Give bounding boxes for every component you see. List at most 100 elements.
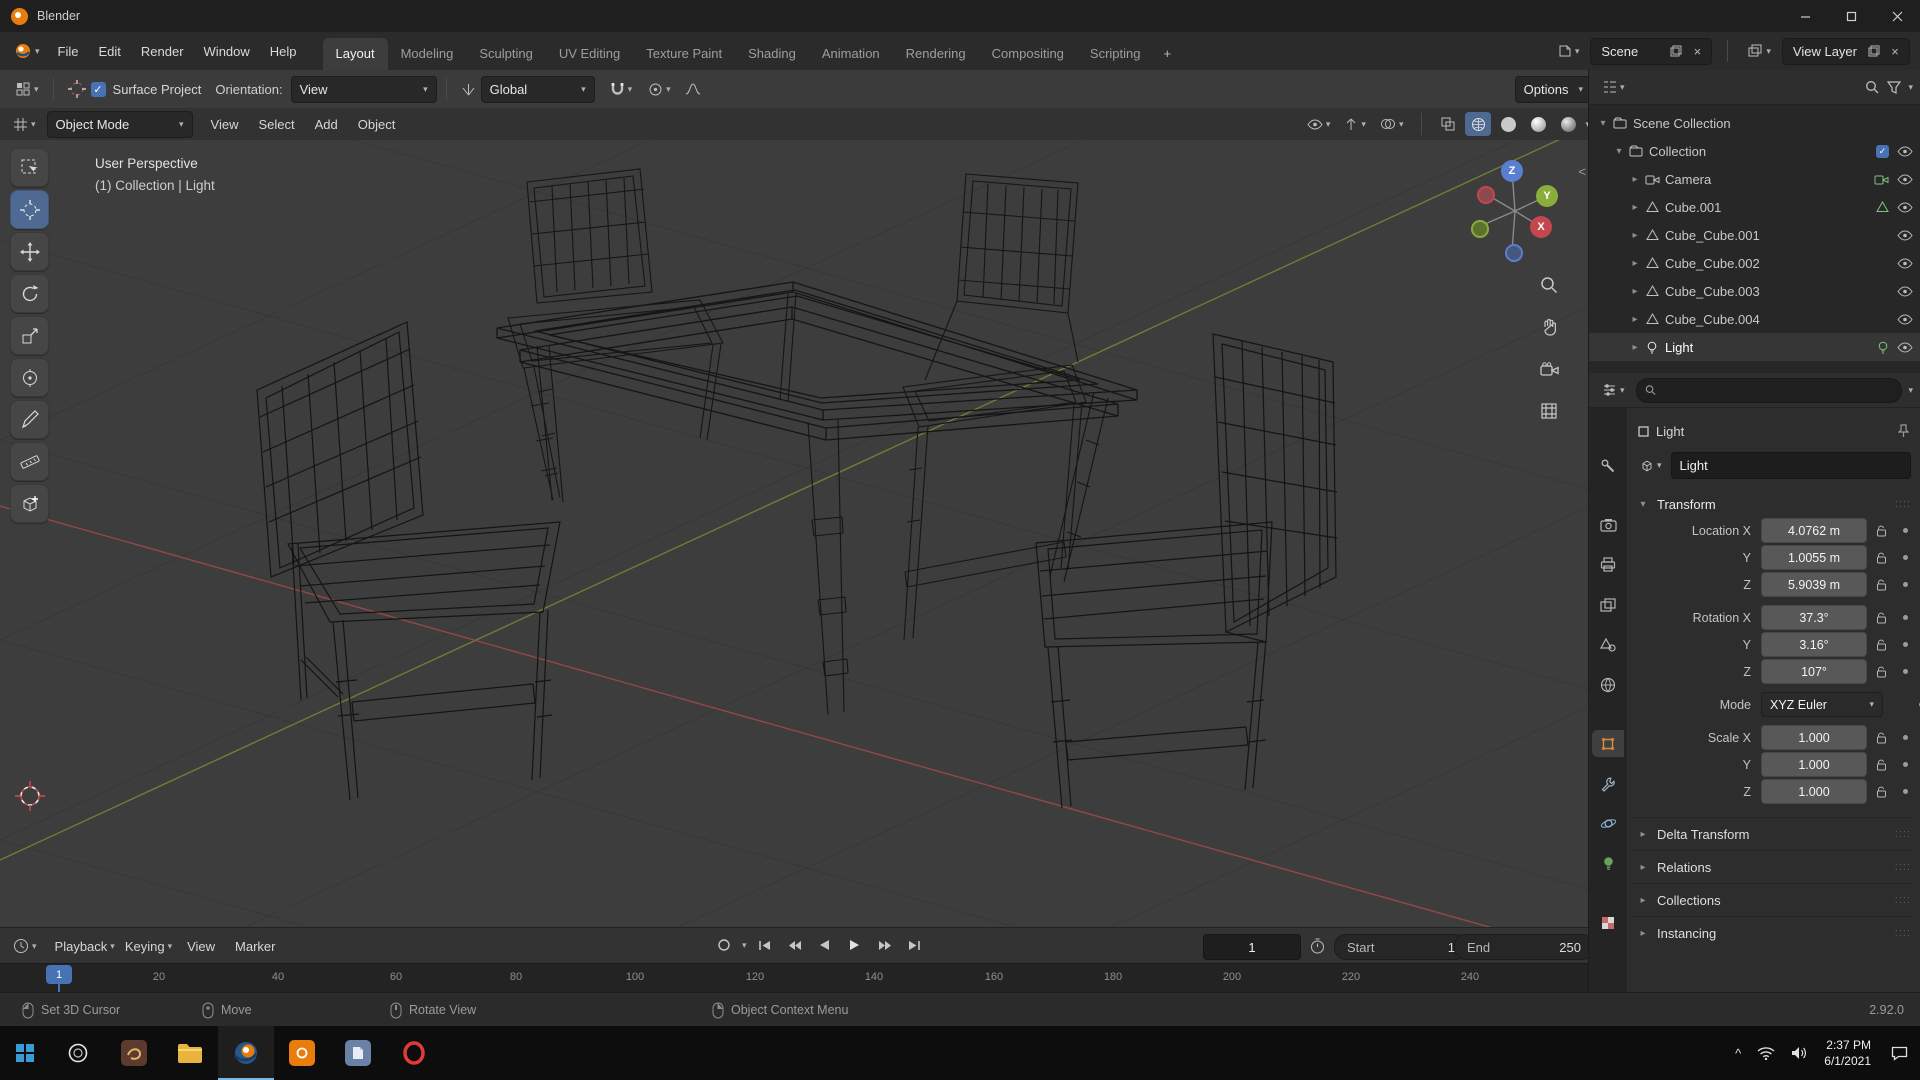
menu-file[interactable]: File	[48, 38, 89, 64]
menu-window[interactable]: Window	[194, 38, 260, 64]
rotation-mode-dropdown[interactable]: XYZ Euler ▾	[1761, 692, 1883, 717]
tab-constraints-properties[interactable]	[1592, 770, 1624, 797]
show-overlays-dropdown[interactable]: ▾	[1375, 111, 1409, 137]
collection-checkbox[interactable]: ✓	[1876, 144, 1889, 158]
row-label[interactable]: Collection	[1649, 144, 1706, 159]
expand-icon[interactable]: ▸	[1627, 258, 1643, 269]
eye-icon[interactable]	[1897, 201, 1913, 213]
add-cube-tool[interactable]	[10, 484, 49, 523]
hidden-icons-chevron[interactable]: ^	[1735, 1046, 1741, 1061]
rotate-tool[interactable]	[10, 274, 49, 313]
tab-shading[interactable]: Shading	[735, 38, 809, 70]
proportional-editing-button[interactable]: ▾	[643, 76, 676, 102]
scene-name[interactable]: Scene	[1597, 44, 1663, 59]
animate-dot[interactable]	[1903, 789, 1908, 794]
close-button[interactable]	[1874, 0, 1920, 32]
menu-help[interactable]: Help	[260, 38, 307, 64]
annotate-tool[interactable]	[10, 400, 49, 439]
network-icon[interactable]	[1757, 1046, 1775, 1060]
view-layer-selector[interactable]: View Layer ×	[1781, 37, 1910, 65]
scale-z-field[interactable]: 1.000	[1761, 779, 1867, 804]
scale-tool[interactable]	[10, 316, 49, 355]
lock-icon[interactable]	[1876, 525, 1892, 537]
tab-light-data-properties[interactable]	[1592, 850, 1624, 877]
orientation-dropdown[interactable]: View ▾	[290, 75, 437, 103]
row-label[interactable]: Scene Collection	[1633, 116, 1731, 131]
outliner-row-cube-cube-001[interactable]: ▸ Cube_Cube.001	[1589, 221, 1920, 249]
tab-physics-properties[interactable]	[1592, 810, 1624, 837]
prev-keyframe-button[interactable]	[783, 933, 807, 957]
tab-layout[interactable]: Layout	[322, 38, 388, 70]
unlink-scene-button[interactable]: ×	[1689, 43, 1705, 59]
object-name-field[interactable]: Light	[1670, 452, 1911, 479]
animate-dot[interactable]	[1903, 642, 1908, 647]
timeline-menu-marker[interactable]: Marker	[225, 934, 285, 958]
animate-dot[interactable]	[1903, 669, 1908, 674]
expand-icon[interactable]: ▸	[1627, 342, 1643, 353]
row-label[interactable]: Cube_Cube.001	[1665, 228, 1760, 243]
opera-taskbar-button[interactable]	[386, 1026, 442, 1080]
location-x-field[interactable]: 4.0762 m	[1761, 518, 1867, 543]
outliner-row-cube-cube-002[interactable]: ▸ Cube_Cube.002	[1589, 249, 1920, 277]
menu-edit[interactable]: Edit	[88, 38, 130, 64]
falloff-curve-icon[interactable]	[680, 76, 706, 102]
lock-icon[interactable]	[1876, 639, 1892, 651]
section-delta-transform[interactable]: ▸ Delta Transform ::::	[1633, 817, 1913, 850]
viewport-menu-add[interactable]: Add	[305, 112, 348, 136]
lock-icon[interactable]	[1876, 759, 1892, 771]
browser-taskbar-button[interactable]	[106, 1026, 162, 1080]
volume-icon[interactable]	[1791, 1046, 1808, 1060]
animate-dot[interactable]	[1903, 735, 1908, 740]
transform-orientation-dropdown[interactable]: Global ▾	[480, 75, 595, 103]
navigation-gizmo[interactable]: Z Y X	[1460, 150, 1580, 275]
breadcrumb-label[interactable]: Light	[1656, 424, 1684, 439]
tab-scripting[interactable]: Scripting	[1077, 38, 1154, 70]
maximize-button[interactable]	[1828, 0, 1874, 32]
snap-toggle-button[interactable]: ▾	[605, 76, 638, 102]
tab-texture-properties[interactable]	[1592, 909, 1624, 936]
tab-render-properties[interactable]	[1592, 511, 1624, 538]
ortho-toggle-button[interactable]	[1534, 396, 1564, 426]
shading-solid-button[interactable]	[1495, 112, 1521, 136]
file-explorer-button[interactable]	[162, 1026, 218, 1080]
active-tool-browse-button[interactable]: ▾	[10, 76, 44, 102]
scale-y-field[interactable]: 1.000	[1761, 752, 1867, 777]
row-label[interactable]: Cube_Cube.003	[1665, 284, 1760, 299]
transform-panel-header[interactable]: ▾ Transform ::::	[1633, 491, 1913, 517]
new-view-layer-button[interactable]	[1866, 43, 1882, 59]
scale-x-field[interactable]: 1.000	[1761, 725, 1867, 750]
outliner-editor-type-button[interactable]: ▾	[1597, 74, 1630, 100]
playback-menu[interactable]: Playback ▾	[50, 933, 120, 959]
eye-icon[interactable]	[1897, 313, 1913, 325]
rotation-y-field[interactable]: 3.16°	[1761, 632, 1867, 657]
gizmo-x-axis[interactable]: X	[1530, 216, 1552, 238]
jump-to-end-button[interactable]	[903, 933, 927, 957]
expand-icon[interactable]: ▸	[1627, 202, 1643, 213]
expand-icon[interactable]: ▸	[1627, 230, 1643, 241]
outliner-search-icon[interactable]	[1864, 79, 1880, 95]
taskbar-clock[interactable]: 2:37 PM 6/1/2021	[1824, 1037, 1871, 1069]
tab-scene-properties[interactable]	[1592, 631, 1624, 658]
play-reverse-button[interactable]	[813, 933, 837, 957]
animate-dot[interactable]	[1903, 615, 1908, 620]
frame-end-field[interactable]: End 250	[1454, 934, 1594, 960]
lock-icon[interactable]	[1876, 612, 1892, 624]
toggle-xray-button[interactable]	[1435, 112, 1461, 136]
viewport-menu-view[interactable]: View	[201, 112, 249, 136]
outliner-row-light[interactable]: ▸ Light	[1589, 333, 1920, 361]
tab-output-properties[interactable]	[1592, 551, 1624, 578]
properties-editor-type-button[interactable]: ▾	[1597, 377, 1630, 403]
surface-project-checkbox[interactable]: ✓	[90, 81, 106, 97]
eye-icon[interactable]	[1897, 145, 1913, 157]
outliner-row-scene-collection[interactable]: ▾ Scene Collection	[1589, 109, 1920, 137]
shading-material-button[interactable]	[1525, 112, 1551, 136]
location-y-field[interactable]: 1.0055 m	[1761, 545, 1867, 570]
outliner-row-cube-001[interactable]: ▸ Cube.001	[1589, 193, 1920, 221]
outliner-filter-icon[interactable]	[1886, 79, 1902, 95]
pin-icon[interactable]	[1898, 424, 1909, 438]
viewport-3d[interactable]: User Perspective (1) Collection | Light …	[0, 140, 1588, 927]
section-collections[interactable]: ▸ Collections ::::	[1633, 883, 1913, 916]
lock-icon[interactable]	[1876, 666, 1892, 678]
section-relations[interactable]: ▸ Relations ::::	[1633, 850, 1913, 883]
eye-icon[interactable]	[1897, 229, 1913, 241]
